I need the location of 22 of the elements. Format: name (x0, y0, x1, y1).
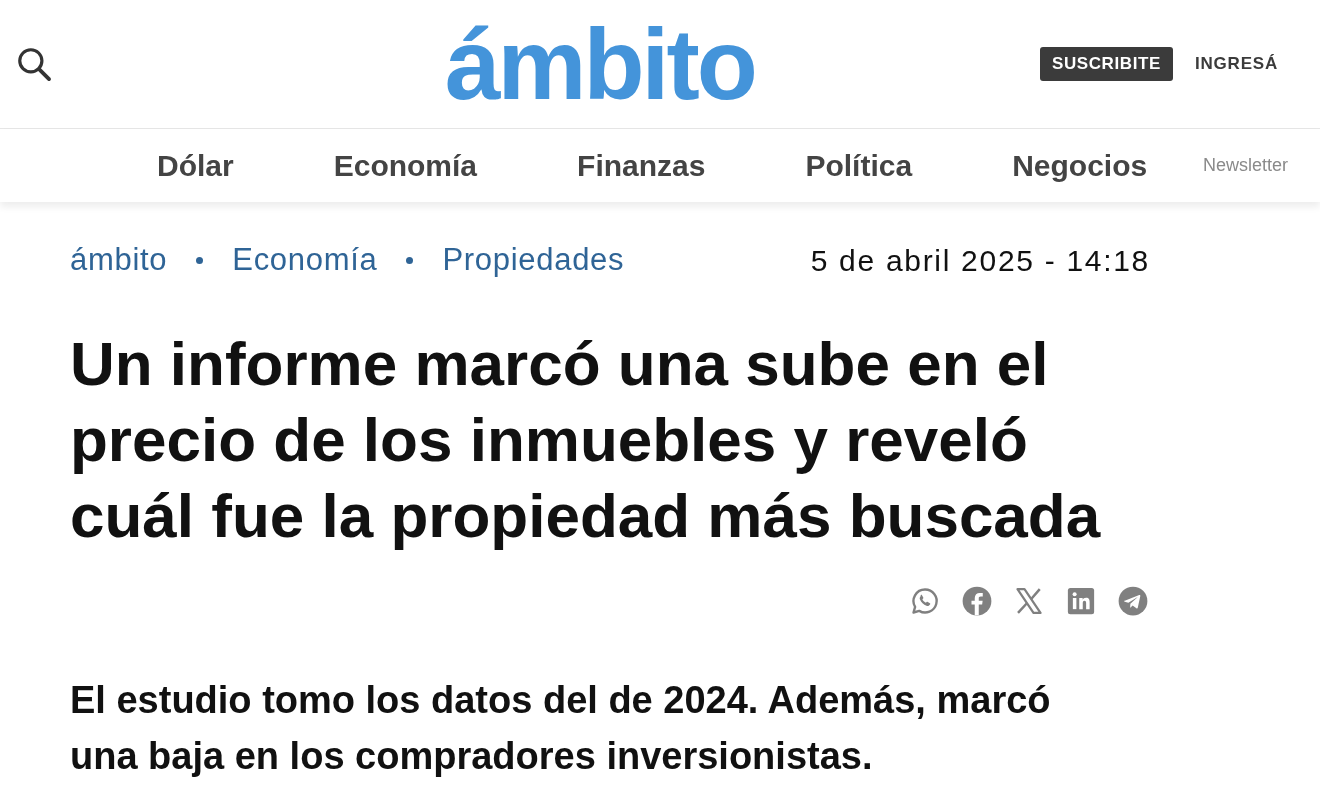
x-logo-icon[interactable] (1014, 586, 1044, 616)
breadcrumb-link[interactable]: Propiedades (442, 236, 625, 284)
nav-link[interactable]: Finanzas (577, 143, 706, 188)
article-subtitle: El estudio tomo los datos del de 2024. Además, marcó una baja en los compradores inversionistas. (70, 678, 1052, 779)
login-link[interactable]: INGRESÁ (1194, 51, 1278, 77)
linkedin-icon[interactable] (1066, 586, 1096, 616)
newsletter-link[interactable]: Newsletter (1202, 152, 1288, 179)
telegram-icon[interactable] (1118, 586, 1148, 616)
nav-link[interactable]: Negocios (1012, 143, 1148, 188)
subscribe-button[interactable]: SUSCRIBITE (1039, 47, 1173, 81)
breadcrumb-link[interactable]: Economía (232, 236, 378, 284)
article-headline: Un informe marcó una sube en el precio de los inmuebles y reveló cuál fue la propiedad más buscada (70, 328, 1102, 552)
separator-dot-icon (196, 256, 204, 264)
whatsapp-icon[interactable] (910, 586, 940, 616)
separator-dot-icon (406, 256, 414, 264)
search-icon[interactable] (15, 45, 53, 83)
breadcrumb-link[interactable]: ámbito (70, 236, 168, 284)
nav-link[interactable]: Economía (333, 143, 478, 188)
nav-link[interactable]: Política (805, 143, 913, 188)
facebook-icon[interactable] (962, 586, 992, 616)
nav-link[interactable]: Dólar (157, 143, 234, 188)
publish-date: 5 de abril 2025 - 14:18 (810, 242, 1150, 279)
